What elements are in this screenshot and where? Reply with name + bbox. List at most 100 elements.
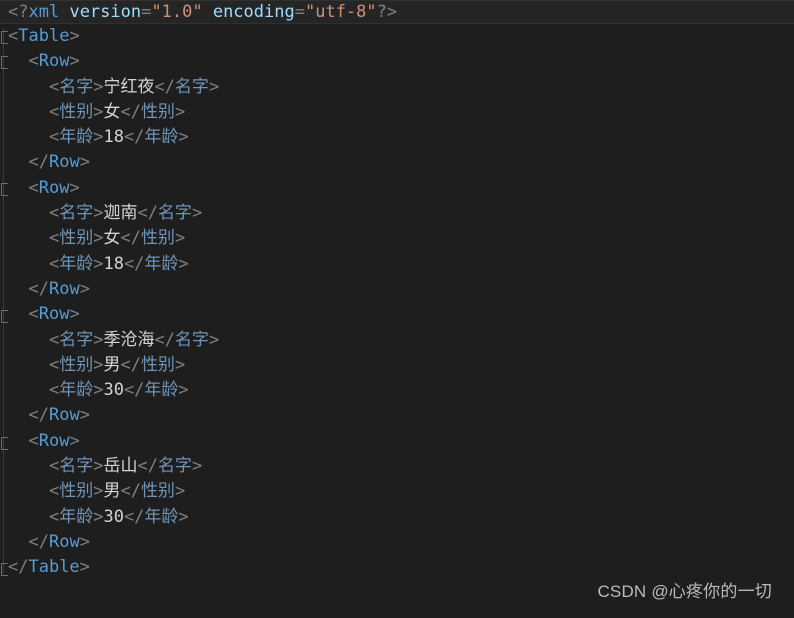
tag-name-nianling-open: 年龄 (59, 380, 94, 401)
tag-name-row-open: Row (38, 51, 70, 72)
angle-open-slash-icon: </ (137, 203, 158, 224)
value-age: 18 (103, 127, 124, 148)
angle-close-icon: > (79, 531, 90, 552)
angle-open-slash-icon: </ (28, 278, 49, 299)
decl-open-punctuation: <? (8, 2, 29, 22)
code-line-age[interactable]: <年龄>18</年龄> (0, 252, 794, 277)
tag-name-xingbie-open: 性别 (59, 481, 94, 502)
angle-open-slash-icon: </ (154, 76, 175, 97)
angle-close-icon: > (69, 51, 80, 72)
tag-name-row-close: Row (48, 531, 80, 552)
angle-open-slash-icon: </ (123, 127, 145, 148)
angle-close-icon: > (178, 127, 189, 148)
tag-name-nianling-open: 年龄 (59, 127, 94, 148)
value-age: 30 (103, 506, 124, 527)
code-line-name[interactable]: <名字>迦南</名字> (0, 201, 794, 226)
tag-name-table-open: Table (18, 26, 70, 46)
angle-close-icon: > (79, 557, 90, 578)
angle-open-icon: < (48, 329, 60, 350)
code-line-xml-declaration[interactable]: <?xml version="1.0" encoding="utf-8"?> (0, 0, 794, 24)
angle-close-icon: > (69, 177, 80, 198)
code-content: <?xml version="1.0" encoding="utf-8"?> <… (0, 0, 794, 581)
tag-name-nianling-close: 年龄 (144, 127, 179, 148)
code-line-name[interactable]: <名字>宁红夜</名字> (0, 75, 794, 100)
angle-close-icon: > (208, 76, 220, 97)
code-line-row-open[interactable]: <Row> (0, 176, 794, 201)
angle-close-icon: > (93, 354, 104, 375)
tag-name-mingzi-open: 名字 (59, 456, 94, 477)
code-line-gender[interactable]: <性别>男</性别> (0, 353, 794, 378)
value-gender: 女 (103, 101, 121, 122)
angle-close-icon: > (174, 354, 186, 375)
decl-version-quote-open: " (151, 2, 162, 22)
angle-close-icon: > (208, 329, 220, 350)
value-name: 岳山 (103, 456, 138, 477)
angle-open-slash-icon: </ (28, 405, 49, 426)
code-line-row-close[interactable]: </Row> (0, 530, 794, 555)
angle-close-icon: > (93, 101, 104, 122)
tag-name-row-open: Row (38, 430, 70, 451)
tag-name-mingzi-open: 名字 (59, 203, 94, 224)
code-line-age[interactable]: <年龄>30</年龄> (0, 505, 794, 530)
code-line-row-open[interactable]: <Row> (0, 302, 794, 327)
angle-open-icon: < (48, 253, 60, 274)
code-line-name[interactable]: <名字>季沧海</名字> (0, 328, 794, 353)
code-line-gender[interactable]: <性别>女</性别> (0, 100, 794, 125)
tag-name-mingzi-open: 名字 (59, 329, 94, 350)
angle-close-icon: > (93, 506, 104, 527)
decl-space-1 (59, 2, 69, 22)
angle-close-icon: > (69, 304, 80, 325)
value-gender: 男 (103, 354, 121, 375)
decl-keyword: xml (28, 2, 60, 22)
code-line-age[interactable]: <年龄>30</年龄> (0, 378, 794, 403)
angle-open-slash-icon: </ (120, 228, 141, 249)
angle-open-icon: < (48, 203, 60, 224)
angle-close-icon: > (79, 278, 90, 299)
code-line-row-close[interactable]: </Row> (0, 277, 794, 302)
code-line-gender[interactable]: <性别>女</性别> (0, 226, 794, 251)
tag-name-row-open: Row (38, 304, 70, 325)
code-line-gender[interactable]: <性别>男</性别> (0, 479, 794, 504)
angle-open-slash-icon: </ (154, 329, 175, 350)
code-line-row-close[interactable]: </Row> (0, 150, 794, 175)
value-name: 宁红夜 (103, 76, 155, 97)
angle-close-icon: > (93, 228, 104, 249)
angle-open-slash-icon: </ (123, 380, 145, 401)
angle-open-slash-icon: </ (120, 101, 141, 122)
angle-close-icon: > (93, 380, 104, 401)
decl-space-2 (203, 2, 213, 22)
angle-close-icon: > (178, 253, 189, 274)
tag-name-nianling-close: 年龄 (144, 506, 179, 527)
tag-name-mingzi-close: 名字 (174, 76, 209, 97)
angle-close-icon: > (93, 481, 104, 502)
tag-name-xingbie-open: 性别 (59, 101, 94, 122)
code-line-age[interactable]: <年龄>18</年龄> (0, 125, 794, 150)
value-gender: 男 (103, 481, 121, 502)
angle-open-icon: < (48, 456, 60, 477)
xml-code-editor[interactable]: <?xml version="1.0" encoding="utf-8"?> <… (0, 0, 794, 618)
angle-close-icon: > (93, 127, 104, 148)
tag-name-row-close: Row (48, 152, 80, 173)
decl-encoding-value: utf-8 (315, 2, 367, 22)
angle-close-icon: > (69, 26, 80, 46)
decl-encoding-attr-name: encoding (212, 2, 295, 22)
angle-close-icon: > (69, 430, 80, 451)
code-line-row-open[interactable]: <Row> (0, 429, 794, 454)
decl-version-quote-close: " (192, 2, 203, 22)
code-line-row-close[interactable]: </Row> (0, 403, 794, 428)
angle-close-icon: > (174, 228, 186, 249)
tag-name-xingbie-open: 性别 (59, 354, 94, 375)
tag-name-xingbie-open: 性别 (59, 228, 94, 249)
code-line-row-open[interactable]: <Row> (0, 49, 794, 74)
angle-open-slash-icon: </ (137, 456, 158, 477)
code-line-table-open[interactable]: <Table> (0, 24, 794, 49)
angle-close-icon: > (93, 253, 104, 274)
value-age: 30 (103, 380, 124, 401)
code-line-name[interactable]: <名字>岳山</名字> (0, 454, 794, 479)
angle-open-icon: < (28, 304, 39, 325)
angle-close-icon: > (93, 203, 104, 224)
angle-open-icon: < (48, 354, 60, 375)
tag-name-table-close: Table (28, 557, 80, 578)
angle-open-icon: < (28, 51, 39, 72)
angle-open-slash-icon: </ (120, 354, 141, 375)
